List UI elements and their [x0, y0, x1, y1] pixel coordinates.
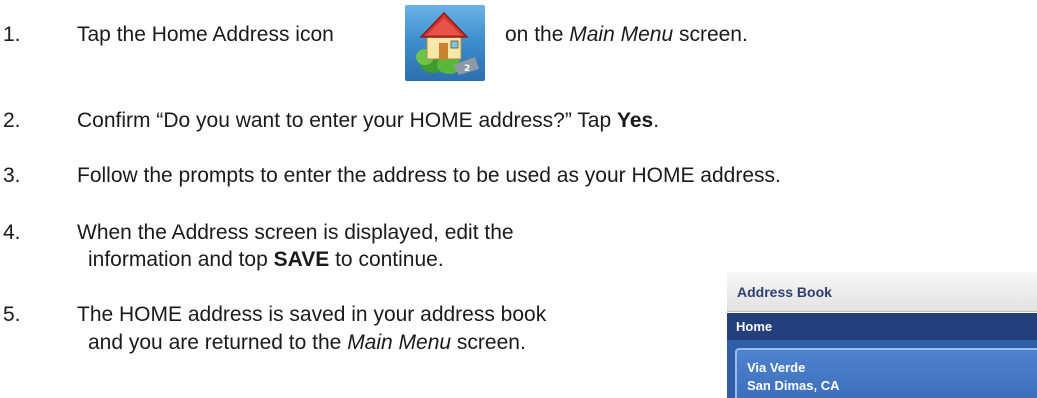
address-book-body: Via Verde San Dimas, CA: [727, 340, 1037, 398]
address-street: Via Verde: [747, 360, 806, 375]
address-city: San Dimas, CA: [747, 378, 840, 393]
step-number: 4.: [3, 221, 21, 244]
step-text: When the Address screen is displayed, ed…: [77, 221, 514, 244]
address-entry[interactable]: Via Verde San Dimas, CA: [735, 348, 1037, 398]
address-book-home-header[interactable]: Home: [727, 313, 1037, 340]
step-text-part: to continue.: [329, 248, 444, 271]
menu-name: Main Menu: [347, 331, 452, 354]
step-text-part: Tap the Home Address icon: [77, 23, 334, 46]
step-text: The HOME address is saved in your addres…: [77, 303, 547, 326]
step-text-part: Confirm “Do you want to enter your HOME …: [77, 109, 618, 132]
step-text: Confirm “Do you want to enter your HOME …: [77, 107, 659, 135]
step-text: Tap the Home Address icon: [77, 21, 334, 49]
step-text: information and top SAVE to continue.: [88, 246, 444, 274]
step-text-part: screen.: [673, 23, 748, 46]
step-number: 3.: [3, 164, 21, 187]
svg-text:2: 2: [464, 64, 470, 74]
step-text-part: .: [653, 109, 660, 132]
step-text: Follow the prompts to enter the address …: [77, 164, 781, 187]
step-text-part: on the: [505, 23, 570, 46]
step-number: 2.: [3, 109, 21, 132]
menu-name: Main Menu: [569, 23, 674, 46]
step-number: 1.: [3, 23, 21, 46]
save-label: SAVE: [273, 248, 330, 271]
step-text-after-icon: on the Main Menu screen.: [505, 21, 748, 49]
address-book-screenshot: Address Book Home Via Verde San Dimas, C…: [727, 272, 1037, 398]
address-book-title: Address Book: [727, 272, 1037, 312]
step-text: and you are returned to the Main Menu sc…: [88, 329, 526, 357]
step-text-part: information and top: [88, 248, 274, 271]
step-text-part: screen.: [451, 331, 526, 354]
step-number: 5.: [3, 303, 21, 326]
yes-label: Yes: [617, 109, 654, 132]
step-text-part: and you are returned to the: [88, 331, 348, 354]
home-address-icon[interactable]: 2: [405, 5, 485, 81]
